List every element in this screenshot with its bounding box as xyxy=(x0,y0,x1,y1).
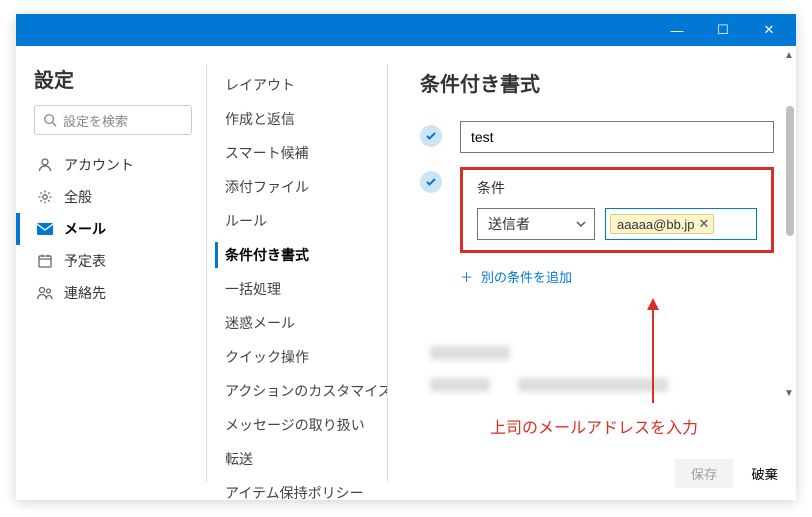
main-panel: 条件付き書式 条件 送信者 xyxy=(388,46,796,500)
subnav-item-conditional-format[interactable]: 条件付き書式 xyxy=(215,238,379,272)
subnav-item[interactable]: クイック操作 xyxy=(215,340,379,374)
mail-icon xyxy=(36,220,54,238)
maximize-button[interactable]: ☐ xyxy=(700,14,746,46)
subnav-item[interactable]: 転送 xyxy=(215,442,379,476)
subnav-item[interactable]: メッセージの取り扱い xyxy=(215,408,379,442)
plus-icon: ＋ xyxy=(460,270,473,285)
gear-icon xyxy=(36,188,54,206)
subnav-item[interactable]: 添付ファイル xyxy=(215,170,379,204)
subnav: レイアウト 作成と返信 スマート候補 添付ファイル ルール 条件付き書式 一括処… xyxy=(207,46,387,500)
sidebar-item-general[interactable]: 全般 xyxy=(34,181,192,213)
search-placeholder: 設定を検索 xyxy=(63,111,128,130)
calendar-icon xyxy=(36,252,54,270)
settings-window: — ☐ ✕ 設定 設定を検索 アカウント xyxy=(16,14,796,500)
sidebar-item-account[interactable]: アカウント xyxy=(34,149,192,181)
minimize-button[interactable]: — xyxy=(654,14,700,46)
rule-check-icon[interactable] xyxy=(420,125,442,147)
condition-box: 条件 送信者 aaaaa@bb.jp ✕ xyxy=(460,167,774,253)
scrollbar-thumb[interactable] xyxy=(786,106,794,236)
chevron-down-icon xyxy=(576,219,586,229)
sidebar-item-mail[interactable]: メール xyxy=(34,213,192,245)
sidebar-item-label: 全般 xyxy=(64,187,92,207)
email-tag: aaaaa@bb.jp ✕ xyxy=(610,214,714,234)
search-input[interactable]: 設定を検索 xyxy=(34,105,192,135)
subnav-item[interactable]: 一括処理 xyxy=(215,272,379,306)
page-title: 条件付き書式 xyxy=(420,68,774,97)
condition-type-select[interactable]: 送信者 xyxy=(477,208,595,240)
footer-actions: 保存 破棄 xyxy=(675,459,778,488)
rule-name-input[interactable] xyxy=(460,121,774,153)
select-value: 送信者 xyxy=(488,214,530,234)
scroll-up-icon[interactable]: ▲ xyxy=(782,48,796,62)
sidebar-item-label: アカウント xyxy=(64,155,134,175)
settings-sidebar: 設定 設定を検索 アカウント 全般 xyxy=(16,46,206,500)
sidebar-item-calendar[interactable]: 予定表 xyxy=(34,245,192,277)
subnav-item[interactable]: アイテム保持ポリシー xyxy=(215,476,379,500)
subnav-item[interactable]: レイアウト xyxy=(215,68,379,102)
search-icon xyxy=(43,113,57,127)
person-icon xyxy=(36,156,54,174)
subnav-item[interactable]: 迷惑メール xyxy=(215,306,379,340)
redacted-region xyxy=(430,346,510,360)
titlebar: — ☐ ✕ xyxy=(16,14,796,46)
close-button[interactable]: ✕ xyxy=(746,14,792,46)
subnav-item[interactable]: スマート候補 xyxy=(215,136,379,170)
remove-tag-icon[interactable]: ✕ xyxy=(699,216,710,232)
sidebar-item-label: 連絡先 xyxy=(64,283,106,303)
scroll-down-icon[interactable]: ▼ xyxy=(782,386,796,400)
main-scrollbar[interactable]: ▲ ▼ xyxy=(782,46,796,440)
discard-button[interactable]: 破棄 xyxy=(751,464,778,483)
sidebar-item-label: 予定表 xyxy=(64,251,106,271)
subnav-item[interactable]: 作成と返信 xyxy=(215,102,379,136)
add-condition-label: 別の条件を追加 xyxy=(481,270,572,285)
sidebar-item-contacts[interactable]: 連絡先 xyxy=(34,277,192,309)
redacted-region xyxy=(518,378,668,392)
sidebar-item-label: メール xyxy=(64,219,106,239)
condition-label: 条件 xyxy=(463,178,771,198)
condition-check-icon[interactable] xyxy=(420,171,442,193)
condition-email-field[interactable]: aaaaa@bb.jp ✕ xyxy=(605,208,757,240)
save-button[interactable]: 保存 xyxy=(675,459,734,488)
redacted-region xyxy=(430,378,490,392)
subnav-item[interactable]: ルール xyxy=(215,204,379,238)
people-icon xyxy=(36,284,54,302)
email-tag-text: aaaaa@bb.jp xyxy=(617,217,695,232)
settings-title: 設定 xyxy=(34,64,192,93)
subnav-item[interactable]: アクションのカスタマイズ xyxy=(215,374,379,408)
add-condition-link[interactable]: ＋ 別の条件を追加 xyxy=(460,267,774,286)
